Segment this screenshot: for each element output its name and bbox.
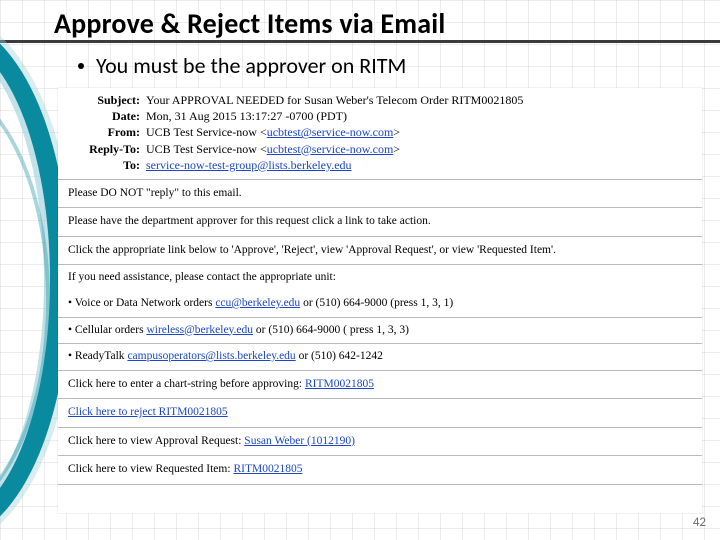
contact-cell-pre: • Cellular orders	[68, 324, 146, 336]
replyto-value: UCB Test Service-now <ucbtest@service-no…	[146, 141, 692, 157]
to-value: service-now-test-group@lists.berkeley.ed…	[146, 157, 692, 173]
date-label: Date:	[68, 108, 146, 124]
reject-row: Click here to reject RITM0021805	[58, 399, 702, 427]
to-label: To:	[68, 157, 146, 173]
email-screenshot: Subject: Your APPROVAL NEEDED for Susan …	[58, 88, 702, 513]
to-email-link[interactable]: service-now-test-group@lists.berkeley.ed…	[146, 158, 352, 172]
page-number: 42	[693, 515, 706, 530]
replyto-name: UCB Test Service-now	[146, 142, 260, 156]
reject-link[interactable]: Click here to reject RITM0021805	[68, 406, 228, 418]
body-no-reply: Please DO NOT "reply" to this email.	[58, 180, 702, 208]
approve-link[interactable]: RITM0021805	[305, 378, 374, 390]
from-label: From:	[68, 124, 146, 140]
contact-cell-email-link[interactable]: wireless@berkeley.edu	[146, 324, 253, 336]
contact-voice: • Voice or Data Network orders ccu@berke…	[58, 291, 702, 317]
replyto-email-link[interactable]: ucbtest@service-now.com	[267, 142, 394, 156]
replyto-label: Reply-To:	[68, 141, 146, 157]
contact-ready-pre: • ReadyTalk	[68, 350, 127, 362]
body-click-link-note: Click the appropriate link below to 'App…	[58, 237, 702, 265]
slide: Approve & Reject Items via Email You mus…	[0, 0, 720, 540]
subject-value: Your APPROVAL NEEDED for Susan Weber's T…	[146, 92, 692, 108]
contact-cell-post: or (510) 664-9000 ( press 1, 3, 3)	[253, 324, 409, 336]
view-approval-request-row: Click here to view Approval Request: Sus…	[58, 428, 702, 456]
approve-row: Click here to enter a chart-string befor…	[58, 371, 702, 399]
view-requested-item-link[interactable]: RITM0021805	[233, 463, 302, 475]
contact-ready-email-link[interactable]: campusoperators@lists.berkeley.edu	[127, 350, 295, 362]
bullet-item: You must be the approver on RITM	[78, 52, 406, 79]
decorative-arc-inner-icon	[0, 80, 50, 520]
body-assist-note: If you need assistance, please contact t…	[58, 265, 702, 291]
contact-cellular: • Cellular orders wireless@berkeley.edu …	[58, 318, 702, 344]
subject-label: Subject:	[68, 92, 146, 108]
contact-voice-post: or (510) 664-9000 (press 1, 3, 1)	[300, 297, 453, 309]
title-underline	[0, 40, 720, 43]
view-approval-request-link[interactable]: Susan Weber (1012190)	[244, 435, 355, 447]
from-value: UCB Test Service-now <ucbtest@service-no…	[146, 124, 692, 140]
bullet-text: You must be the approver on RITM	[96, 52, 406, 79]
from-email-link[interactable]: ucbtest@service-now.com	[267, 125, 394, 139]
viewreq-pre: Click here to view Approval Request:	[68, 435, 244, 447]
viewitem-pre: Click here to view Requested Item:	[68, 463, 233, 475]
contact-voice-pre: • Voice or Data Network orders	[68, 297, 215, 309]
divider-icon	[58, 484, 702, 485]
slide-title: Approve & Reject Items via Email	[54, 6, 445, 41]
contact-ready-post: or (510) 642-1242	[296, 350, 383, 362]
bullet-dot-icon	[78, 63, 84, 69]
date-value: Mon, 31 Aug 2015 13:17:27 -0700 (PDT)	[146, 108, 692, 124]
view-requested-item-row: Click here to view Requested Item: RITM0…	[58, 456, 702, 484]
approve-pre: Click here to enter a chart-string befor…	[68, 378, 305, 390]
body-approver-note: Please have the department approver for …	[58, 208, 702, 236]
contact-voice-email-link[interactable]: ccu@berkeley.edu	[215, 297, 300, 309]
contact-readytalk: • ReadyTalk campusoperators@lists.berkel…	[58, 344, 702, 370]
from-name: UCB Test Service-now	[146, 125, 260, 139]
email-header: Subject: Your APPROVAL NEEDED for Susan …	[58, 88, 702, 179]
